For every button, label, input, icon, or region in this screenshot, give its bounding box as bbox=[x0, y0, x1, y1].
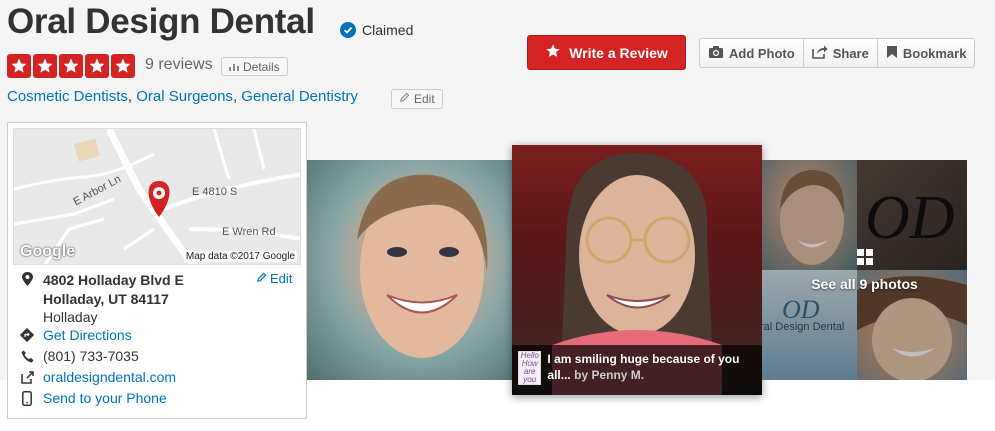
category-link[interactable]: General Dentistry bbox=[241, 88, 358, 105]
caption-thumbnail: Hello How are you bbox=[518, 351, 542, 385]
grid-icon bbox=[856, 248, 873, 270]
map-credit: Map data ©2017 Google bbox=[183, 251, 297, 262]
phone-icon bbox=[20, 348, 34, 364]
pencil-icon bbox=[256, 271, 267, 286]
claimed-badge: Claimed bbox=[340, 22, 413, 38]
share-button[interactable]: Share bbox=[804, 39, 878, 67]
write-review-label: Write a Review bbox=[569, 44, 668, 61]
star-icon bbox=[33, 54, 57, 78]
phone-row: (801) 733-7035 bbox=[20, 348, 139, 364]
rating-stars bbox=[7, 54, 135, 78]
phone-number: (801) 733-7035 bbox=[43, 348, 139, 364]
edit-categories-button[interactable]: Edit bbox=[391, 89, 443, 109]
write-review-button[interactable]: Write a Review bbox=[527, 35, 686, 70]
edit-label: Edit bbox=[270, 271, 293, 286]
action-button-group: Add Photo Share Bookmark bbox=[699, 38, 976, 68]
caption-author[interactable]: by Penny M. bbox=[574, 368, 644, 382]
star-icon bbox=[7, 54, 31, 78]
edit-label: Edit bbox=[414, 92, 435, 106]
directions-row[interactable]: Get Directions bbox=[20, 327, 132, 343]
claimed-label: Claimed bbox=[362, 22, 414, 38]
details-button[interactable]: Details bbox=[221, 57, 288, 76]
star-icon bbox=[111, 54, 135, 78]
see-all-photos[interactable]: See all 9 photos bbox=[762, 160, 967, 380]
category-separator: , bbox=[127, 88, 137, 105]
featured-photo[interactable]: Hello How are you I am smiling huge beca… bbox=[512, 145, 762, 395]
category-link[interactable]: Cosmetic Dentists bbox=[7, 88, 128, 105]
external-link-icon bbox=[20, 369, 34, 385]
map-street-label: E 4810 S bbox=[192, 186, 237, 198]
get-directions-link[interactable]: Get Directions bbox=[43, 327, 132, 343]
business-photo[interactable] bbox=[307, 160, 512, 380]
address-line-1: 4802 Holladay Blvd E bbox=[43, 272, 184, 288]
star-icon bbox=[59, 54, 83, 78]
bookmark-label: Bookmark bbox=[902, 45, 967, 61]
business-name: Oral Design Dental bbox=[7, 2, 315, 41]
bookmark-icon bbox=[886, 45, 898, 62]
star-icon bbox=[85, 54, 109, 78]
share-label: Share bbox=[832, 45, 869, 61]
neighborhood: Holladay bbox=[43, 309, 98, 325]
send-phone-row[interactable]: Send to your Phone bbox=[20, 390, 167, 406]
category-link[interactable]: Oral Surgeons bbox=[136, 88, 233, 105]
bar-chart-icon bbox=[229, 60, 239, 74]
address-row: 4802 Holladay Blvd E Holladay, UT 84117 … bbox=[20, 271, 184, 325]
business-info-card: E Arbor Ln E 4810 S E Wren Rd Google Map… bbox=[7, 122, 307, 419]
directions-icon bbox=[20, 327, 34, 343]
star-icon bbox=[545, 43, 561, 62]
website-row[interactable]: oraldesigndental.com bbox=[20, 369, 176, 385]
website-link[interactable]: oraldesigndental.com bbox=[43, 369, 176, 385]
share-icon bbox=[811, 45, 828, 62]
google-logo: Google bbox=[20, 243, 76, 260]
address-line-2: Holladay, UT 84117 bbox=[43, 291, 169, 307]
map-marker-icon bbox=[20, 271, 34, 287]
location-map[interactable]: E Arbor Ln E 4810 S E Wren Rd Google Map… bbox=[13, 128, 301, 265]
category-list: Cosmetic Dentists, Oral Surgeons, Genera… bbox=[7, 88, 358, 105]
add-photo-button[interactable]: Add Photo bbox=[700, 39, 804, 67]
pencil-icon bbox=[399, 92, 410, 106]
details-label: Details bbox=[243, 59, 280, 74]
review-count[interactable]: 9 reviews bbox=[145, 56, 213, 74]
bookmark-button[interactable]: Bookmark bbox=[878, 39, 975, 67]
checkmark-icon bbox=[340, 22, 356, 38]
send-to-phone-link[interactable]: Send to your Phone bbox=[43, 390, 167, 406]
caption-text: I am smiling huge because of you all... … bbox=[547, 351, 756, 389]
mobile-phone-icon bbox=[20, 390, 34, 406]
map-street-label: E Wren Rd bbox=[222, 226, 276, 238]
edit-address-link[interactable]: Edit bbox=[256, 271, 292, 286]
camera-icon bbox=[708, 45, 724, 62]
photo-caption: Hello How are you I am smiling huge beca… bbox=[512, 345, 762, 395]
see-all-label: See all 9 photos bbox=[811, 275, 918, 292]
add-photo-label: Add Photo bbox=[729, 45, 795, 61]
